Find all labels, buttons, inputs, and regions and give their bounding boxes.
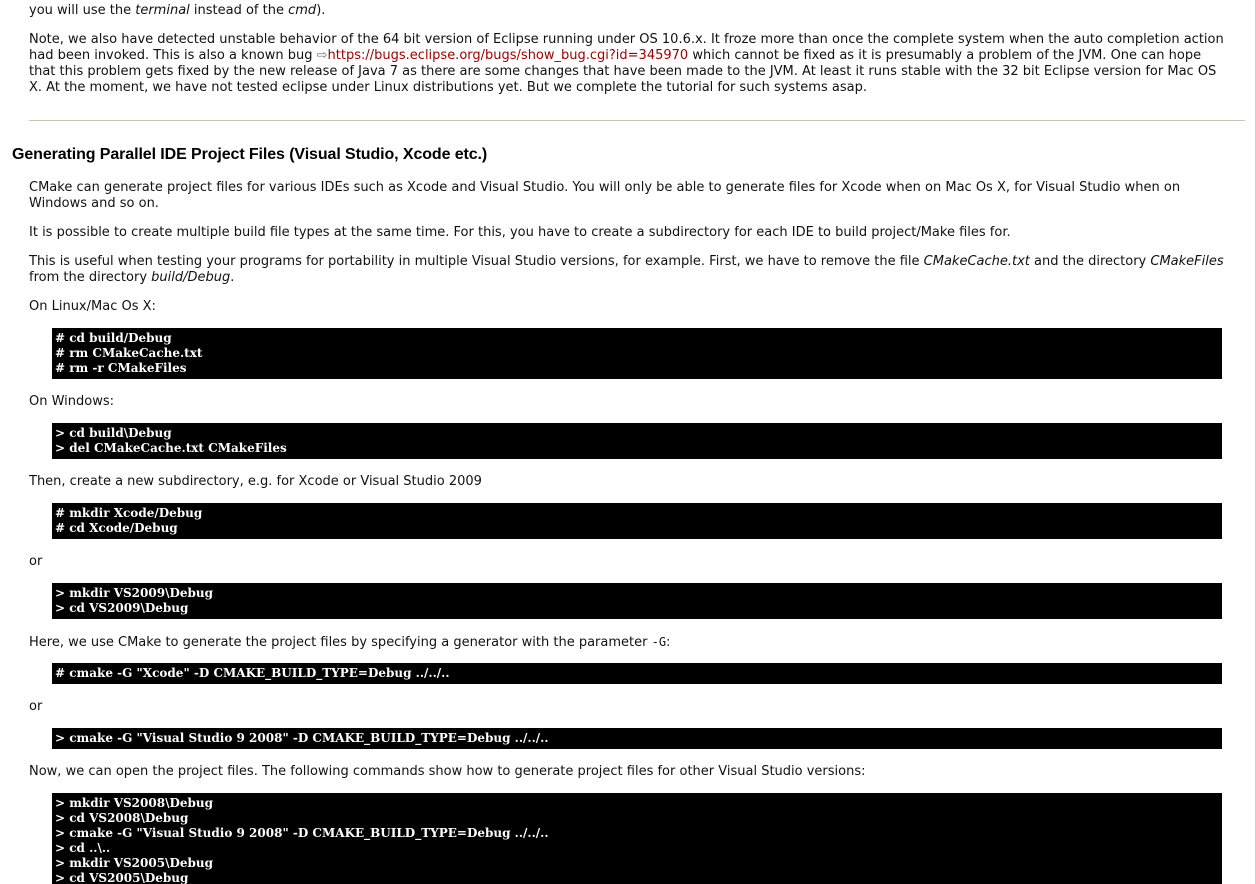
code-block-xcode-dir: # mkdir Xcode/Debug # cd Xcode/Debug [52, 503, 1222, 539]
code-block-linux: # cd build/Debug # rm CMakeCache.txt # r… [52, 328, 1222, 379]
multiple-build-paragraph: It is possible to create multiple build … [29, 225, 1011, 240]
generator-param: -G [651, 635, 667, 649]
code-block-windows: > cd build\Debug > del CMakeCache.txt CM… [52, 423, 1222, 459]
intro-line: you will use the terminal instead of the… [29, 3, 326, 18]
ide-intro-paragraph: CMake can generate project files for var… [29, 180, 1181, 211]
cmd-term: cmd [288, 3, 317, 18]
external-link-icon: ⇨ [316, 48, 328, 63]
eclipse-bug-link[interactable]: https://bugs.eclipse.org/bugs/show_bug.c… [328, 48, 689, 63]
terminal-term: terminal [135, 3, 190, 18]
code-block-vs-dir: > mkdir VS2009\Debug > cd VS2009\Debug [52, 583, 1222, 619]
other-vs-label: Now, we can open the project files. The … [29, 764, 866, 779]
section-heading: Generating Parallel IDE Project Files (V… [12, 146, 488, 163]
or-label: or [29, 699, 43, 714]
section-divider [29, 120, 1245, 121]
portability-paragraph: This is useful when testing your program… [29, 254, 1224, 285]
code-block-cmake-vs: > cmake -G "Visual Studio 9 2008" -D CMA… [52, 728, 1222, 749]
code-block-other-vs: > mkdir VS2008\Debug > cd VS2008\Debug >… [52, 793, 1222, 884]
windows-label: On Windows: [29, 394, 115, 409]
code-block-cmake-xcode: # cmake -G "Xcode" -D CMAKE_BUILD_TYPE=D… [52, 663, 1222, 684]
then-label: Then, create a new subdirectory, e.g. fo… [29, 474, 482, 489]
linux-label: On Linux/Mac Os X: [29, 299, 156, 314]
eclipse-note-paragraph: Note, we also have detected unstable beh… [29, 32, 1224, 95]
or-label: or [29, 554, 43, 569]
page-content: you will use the terminal instead of the… [0, 0, 1256, 884]
generator-paragraph: Here, we use CMake to generate the proje… [29, 635, 671, 650]
